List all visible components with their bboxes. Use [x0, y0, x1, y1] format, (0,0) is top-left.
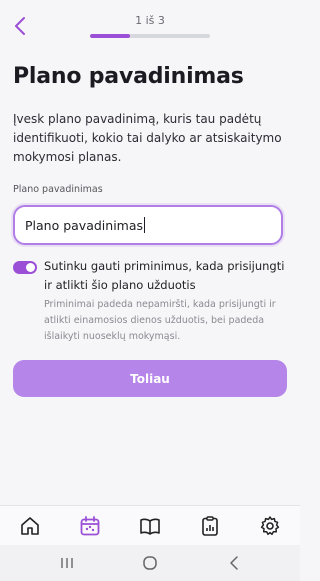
back-chevron-icon — [230, 556, 238, 570]
nav-settings[interactable] — [252, 506, 288, 546]
system-home-button[interactable] — [138, 553, 162, 573]
reminder-label: Sutinku gauti priminimus, kada prisijung… — [44, 259, 285, 292]
calendar-icon — [80, 516, 100, 536]
reminder-toggle[interactable] — [13, 261, 37, 274]
nav-calendar[interactable] — [72, 506, 108, 546]
reminder-hint: Priminimai padeda nepamiršti, kada prisi… — [44, 299, 276, 342]
nav-home[interactable] — [12, 506, 48, 546]
bottom-nav — [0, 505, 300, 546]
system-recents-button[interactable] — [55, 553, 79, 573]
plan-name-input[interactable]: Plano pavadinimas — [13, 205, 283, 245]
next-button[interactable]: Toliau — [13, 360, 287, 397]
book-icon — [140, 518, 160, 535]
report-icon — [202, 516, 218, 536]
nav-report[interactable] — [192, 506, 228, 546]
plan-name-value: Plano pavadinimas — [25, 217, 144, 233]
system-back-button[interactable] — [222, 553, 246, 573]
progress-fill — [90, 34, 130, 38]
step-indicator: 1 iš 3 — [135, 14, 165, 27]
nav-book[interactable] — [132, 506, 168, 546]
plan-name-label: Plano pavadinimas — [13, 184, 103, 195]
system-nav-bar — [0, 545, 300, 581]
recents-icon — [61, 558, 73, 568]
home-icon — [21, 517, 39, 535]
toggle-knob — [26, 263, 35, 272]
home-circle-icon — [143, 556, 157, 570]
page-title: Plano pavadinimas — [13, 64, 244, 89]
text-caret — [144, 217, 146, 233]
next-button-label: Toliau — [130, 371, 170, 386]
page-description: Įvesk plano pavadinimą, kuris tau padėtų… — [13, 112, 282, 164]
gear-icon — [260, 516, 280, 536]
progress-bar — [90, 34, 210, 38]
